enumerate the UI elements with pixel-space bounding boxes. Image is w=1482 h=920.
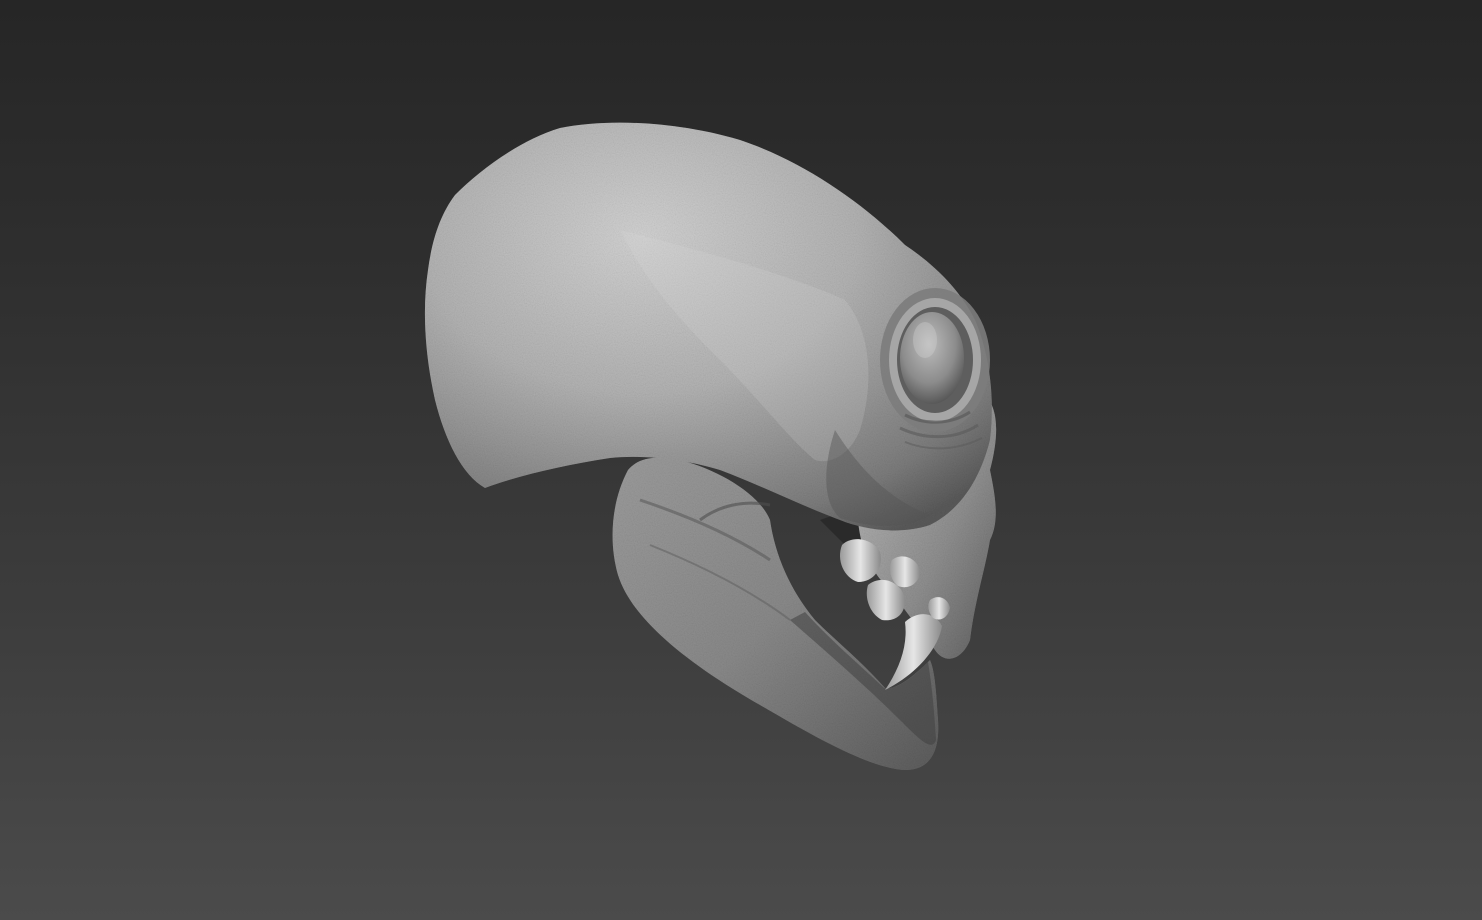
eye-highlight bbox=[913, 322, 937, 358]
3d-viewport[interactable] bbox=[0, 0, 1482, 920]
alien-head-model[interactable] bbox=[0, 0, 1482, 920]
